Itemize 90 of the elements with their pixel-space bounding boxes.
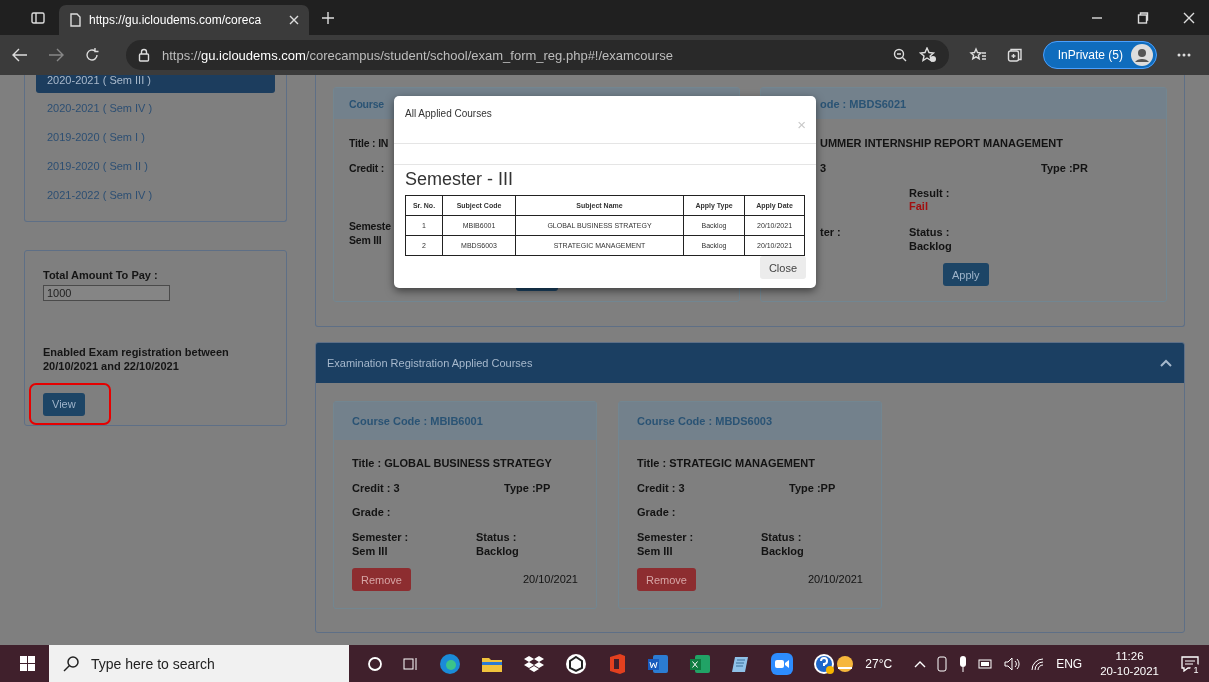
address-bar[interactable]: https://gu.icloudems.com/corecampus/student/school/exam_form_reg.php#!/examcourse: [126, 40, 949, 70]
back-arrow-icon[interactable]: [12, 48, 28, 62]
remove-button[interactable]: Remove: [637, 568, 696, 591]
excel-icon[interactable]: [689, 653, 712, 674]
remove-button[interactable]: Remove: [352, 568, 411, 591]
page-icon: [69, 13, 81, 27]
semester-label: Semester :: [352, 530, 410, 544]
course-credit: Credit :: [349, 162, 385, 176]
favorites-icon[interactable]: [968, 47, 987, 63]
language-indicator[interactable]: ENG: [1056, 656, 1083, 671]
browser-logo-icon[interactable]: [439, 652, 462, 675]
panel-title: Examination Registration Applied Courses: [327, 357, 533, 369]
result-label: Result :: [909, 186, 950, 200]
course-type: Type :PP: [789, 482, 836, 494]
semester-value: Sem III: [349, 233, 382, 247]
semester-value: Sem III: [637, 544, 674, 558]
close-icon[interactable]: [1183, 11, 1195, 24]
apply-date: 20/10/2021: [807, 573, 863, 585]
course-title: UMMER INTERNSHIP REPORT MANAGEMENT: [820, 137, 1064, 151]
search-placeholder: Type here to search: [91, 655, 215, 672]
browser-tab[interactable]: https://gu.icloudems.com/coreca: [59, 5, 309, 35]
device-icon[interactable]: [936, 655, 949, 672]
weather-sun-icon: [835, 654, 856, 673]
semester-label: Semeste: [349, 219, 391, 233]
add-favorite-icon[interactable]: [918, 47, 937, 63]
semester-label: Semester :: [637, 530, 695, 544]
session-item[interactable]: 2020-2021 ( Sem III ): [36, 75, 275, 93]
status-label: Status :: [761, 530, 803, 544]
microphone-icon[interactable]: [958, 655, 969, 672]
word-icon[interactable]: [647, 653, 670, 674]
clock-date[interactable]: 20-10-2021: [1100, 663, 1159, 679]
course-credit: Credit : 3: [352, 482, 401, 494]
more-icon[interactable]: [1177, 53, 1191, 57]
avatar-icon: [1131, 44, 1153, 66]
status-value: Backlog: [761, 544, 805, 558]
course-title: Title : GLOBAL BUSINESS STRATEGY: [352, 457, 552, 471]
restore-icon[interactable]: [1137, 11, 1149, 24]
forward-arrow-icon[interactable]: [48, 48, 64, 62]
view-button[interactable]: View: [43, 392, 85, 416]
status-value: Backlog: [909, 239, 952, 253]
course-type: Type :PP: [504, 482, 551, 494]
battery-icon[interactable]: [978, 657, 995, 670]
help-icon[interactable]: [813, 652, 836, 675]
url-text: https://gu.icloudems.com/corecampus/student/school/exam_form_reg.php#!/examcourse: [162, 47, 674, 63]
office-icon[interactable]: [607, 652, 628, 675]
apply-date: 20/10/2021: [522, 573, 578, 585]
course-grade: Grade :: [352, 506, 391, 520]
course-credit: Credit : 3: [637, 482, 686, 494]
lock-icon: [138, 48, 150, 62]
amount-field[interactable]: 1000: [43, 285, 170, 302]
speaker-icon[interactable]: [1004, 656, 1021, 671]
card-header: Course Code : MBDS6003: [619, 402, 881, 440]
dropbox-icon[interactable]: [523, 654, 546, 673]
search-icon: [63, 655, 79, 672]
tab-title: https://gu.icloudems.com/coreca: [89, 13, 263, 27]
notification-count: 1: [1190, 663, 1202, 676]
hexagon-app-icon[interactable]: [565, 652, 588, 675]
course-title: Title : IN: [349, 137, 389, 151]
cortana-circle-icon[interactable]: [367, 655, 384, 672]
modal-title: All Applied Courses: [405, 108, 492, 121]
semester-value: Sem III: [352, 544, 389, 558]
tab-actions-icon[interactable]: [31, 10, 45, 25]
course-credit: 3: [820, 162, 827, 176]
status-label: Status :: [909, 225, 950, 239]
zoom-out-icon[interactable]: [892, 48, 907, 62]
inprivate-button[interactable]: InPrivate (5): [1042, 41, 1157, 69]
close-button[interactable]: Close: [759, 256, 806, 279]
card-header: Course Code : MBIB6001: [334, 402, 596, 440]
video-call-icon[interactable]: [771, 652, 794, 675]
temperature: 27°C: [865, 656, 893, 671]
registration-notice: Enabled Exam registration between 20/10/2021 and 22/10/2021: [43, 345, 230, 374]
course-grade: Grade :: [637, 506, 676, 520]
apply-button[interactable]: Apply: [943, 263, 989, 286]
refresh-icon[interactable]: [84, 47, 100, 63]
course-title: Title : STRATEGIC MANAGEMENT: [637, 457, 816, 471]
course-type: Type :PR: [1041, 162, 1088, 176]
clock-time[interactable]: 11:26: [1115, 648, 1144, 664]
collections-icon[interactable]: [1006, 47, 1023, 63]
close-icon[interactable]: [289, 15, 299, 25]
status-label: Status :: [476, 530, 518, 544]
semester-heading: Semester - III: [405, 168, 515, 190]
search-field[interactable]: Type here to search: [49, 645, 350, 682]
amount-label: Total Amount To Pay :: [43, 269, 158, 281]
result-value: Fail: [909, 200, 929, 212]
windows-start-icon[interactable]: [20, 656, 35, 671]
new-tab-icon[interactable]: [321, 10, 335, 25]
semester-label: ter :: [820, 225, 841, 240]
task-view-icon[interactable]: [403, 655, 420, 672]
notification-icon[interactable]: [1181, 655, 1199, 672]
status-value: Backlog: [476, 544, 520, 558]
